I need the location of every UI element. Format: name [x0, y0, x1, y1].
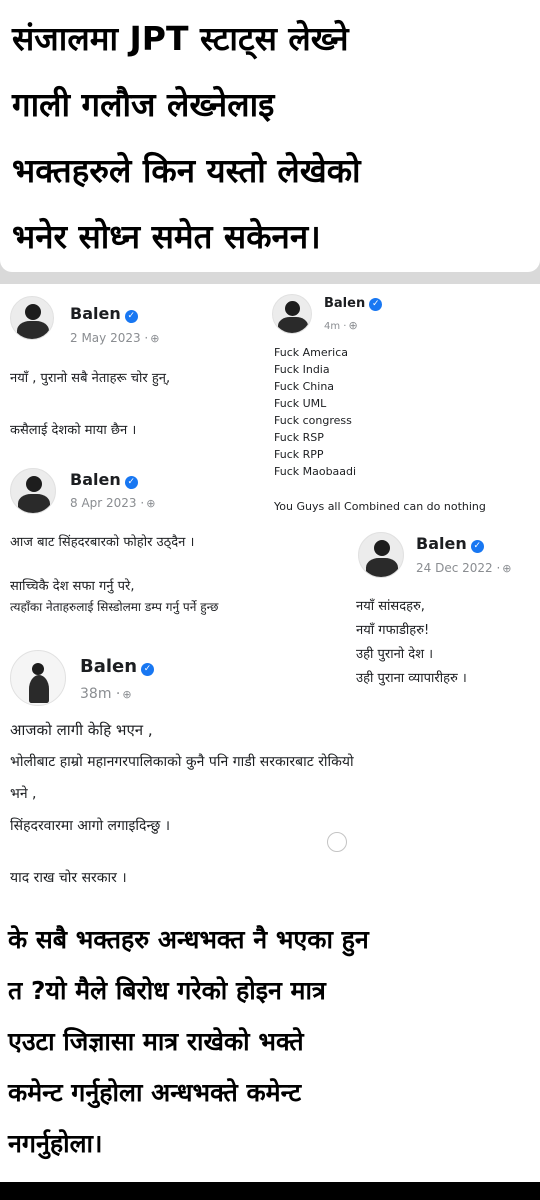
post-text-line: Fuck RSP	[274, 431, 324, 444]
post-timestamp[interactable]: 4m ·	[324, 321, 346, 332]
verified-badge-icon: ✓	[124, 310, 138, 323]
bottom-bar	[0, 1182, 540, 1200]
post-text-line: आजको लागी केहि भएन ,	[10, 721, 153, 739]
author-name-text[interactable]: Balen	[70, 304, 121, 323]
post-timestamp[interactable]: 38m ·	[80, 686, 120, 702]
globe-icon: ⊕	[146, 497, 156, 510]
post-text-line: नयाँ गफाडीहरु!	[356, 623, 430, 638]
post-text-line: नयाँ , पुरानो सबै नेताहरू चोर हुन्,	[10, 371, 171, 386]
verified-badge-icon: ✓	[124, 476, 138, 489]
post-text-line: Fuck UML	[274, 397, 327, 410]
post-text-line: नयाँ सांसदहरु,	[356, 599, 425, 614]
radio-circle-icon	[327, 832, 347, 852]
facebook-post: Balen ✓ 38m · ⊕ आजको लागी केहि भएन , भोलीब…	[0, 644, 540, 900]
author-name-text[interactable]: Balen	[324, 296, 365, 311]
post-meta[interactable]: 24 Dec 2022 · ⊕	[416, 561, 512, 575]
post-text-line: आज बाट सिंहदरबारको फोहोर उठ्दैन ।	[10, 535, 195, 550]
post-text-line: Fuck America	[274, 346, 348, 359]
post-timestamp[interactable]: 8 Apr 2023 ·	[70, 496, 144, 510]
header-caption-line: भक्तहरुले किन यस्तो लेखेको	[12, 151, 361, 190]
post-text-line: Fuck China	[274, 380, 335, 393]
header-caption-line: भनेर सोध्न समेत सकेनन।	[12, 217, 321, 256]
verified-badge-icon: ✓	[369, 298, 383, 311]
post-timestamp[interactable]: 24 Dec 2022 ·	[416, 561, 500, 575]
header-caption: संजालमा JPT स्टाट्स लेख्ने गाली गलौज लेख…	[0, 0, 540, 272]
header-caption-line: गाली गलौज लेख्नेलाइ	[12, 85, 275, 124]
post-text-line: याद राख चोर सरकार ।	[10, 870, 127, 886]
author-name-text[interactable]: Balen	[70, 470, 121, 489]
footer-caption-line: त ?यो मैले बिरोध गरेको होइन मात्र	[8, 976, 326, 1005]
post-text-line: साच्चिकै देश सफा गर्नु परे,	[10, 579, 135, 594]
footer-caption-line: के सबै भक्तहरु अन्धभक्त नै भएका हुन	[8, 925, 369, 954]
avatar[interactable]	[10, 296, 54, 340]
footer-caption-line: एउटा जिज्ञासा मात्र राखेको भक्ते	[8, 1027, 304, 1056]
avatar[interactable]	[10, 650, 66, 706]
verified-badge-icon: ✓	[470, 540, 484, 553]
globe-icon: ⊕	[348, 319, 358, 332]
post-author-name[interactable]: Balen ✓	[80, 656, 155, 677]
post-timestamp[interactable]: 2 May 2023 ·	[70, 331, 148, 345]
post-meta[interactable]: 38m · ⊕	[80, 686, 132, 702]
post-text-line: Fuck India	[274, 363, 330, 376]
avatar[interactable]	[10, 468, 56, 514]
post-meta[interactable]: 2 May 2023 · ⊕	[70, 331, 159, 345]
post-meta[interactable]: 4m · ⊕	[324, 319, 358, 332]
globe-icon: ⊕	[502, 562, 512, 575]
post-author-name[interactable]: Balen ✓	[324, 296, 383, 311]
verified-badge-icon: ✓	[141, 663, 155, 676]
footer-caption-line: कमेन्ट गर्नुहोला अन्धभक्ते कमेन्ट	[8, 1078, 302, 1107]
post-text-line: भने ,	[10, 786, 37, 802]
footer-caption-line: नगर्नुहोला।	[8, 1129, 103, 1158]
author-name-text[interactable]: Balen	[80, 656, 137, 677]
avatar[interactable]	[358, 532, 404, 578]
post-meta[interactable]: 8 Apr 2023 · ⊕	[70, 496, 155, 510]
post-text-line: Fuck congress	[274, 414, 352, 427]
post-author-name[interactable]: Balen ✓	[70, 470, 138, 489]
facebook-post: Balen ✓ 8 Apr 2023 · ⊕ आज बाट सिंहदरबारको …	[0, 460, 380, 630]
post-text-line: त्यहाँका नेताहरुलाई सिस्डोलमा डम्प गर्नु…	[10, 600, 219, 614]
post-author-name[interactable]: Balen ✓	[70, 304, 138, 323]
globe-icon: ⊕	[122, 688, 132, 701]
post-author-name[interactable]: Balen ✓	[416, 534, 484, 553]
post-text-line: सिंहदरवारमा आगो लगाइदिन्छु ।	[10, 818, 171, 834]
facebook-post: Balen ✓ 2 May 2023 · ⊕ नयाँ , पुरानो सबै न…	[0, 284, 270, 464]
post-text-line: भोलीबाट हाम्रो महानगरपालिकाको कुनै पनि ग…	[10, 754, 354, 770]
footer-caption: के सबै भक्तहरु अन्धभक्त नै भएका हुन त ?य…	[0, 900, 540, 1182]
globe-icon: ⊕	[150, 332, 160, 345]
avatar[interactable]	[272, 294, 312, 334]
post-text-line: कसैलाई देशको माया छैन ।	[10, 423, 137, 438]
header-caption-line: संजालमा JPT स्टाट्स लेख्ने	[12, 19, 349, 58]
post-screenshot-collage: Balen ✓ 2 May 2023 · ⊕ नयाँ , पुरानो सबै न…	[0, 284, 540, 900]
author-name-text[interactable]: Balen	[416, 534, 467, 553]
